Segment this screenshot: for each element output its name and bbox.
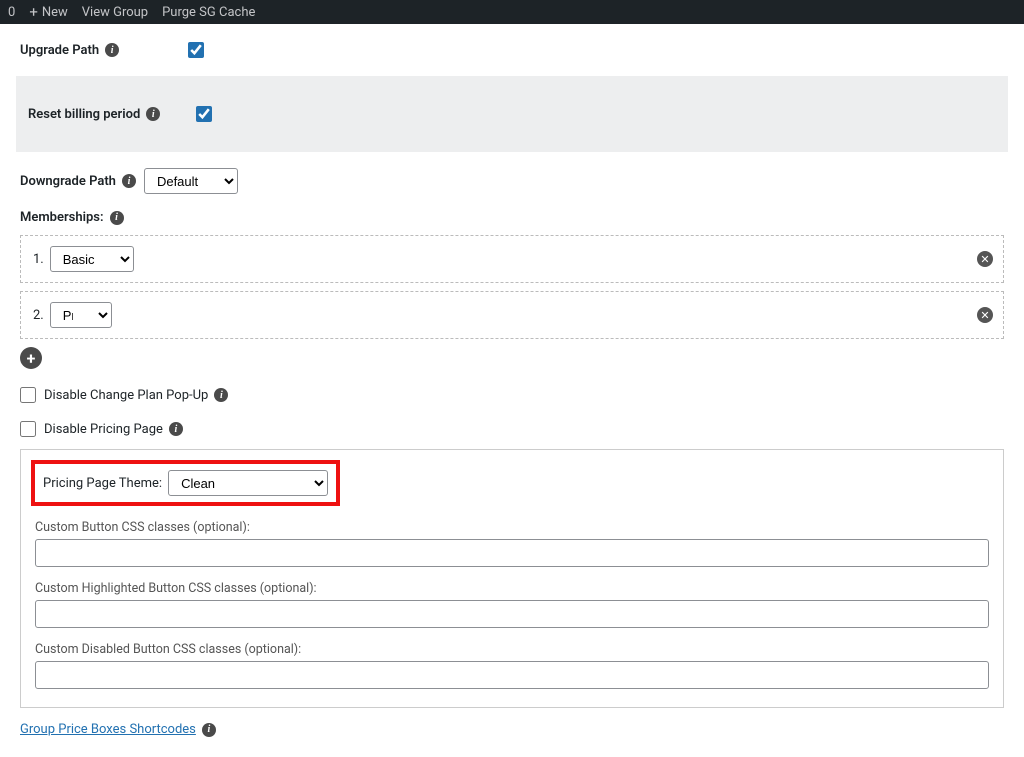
downgrade-path-label: Downgrade Path i: [20, 174, 136, 189]
upgrade-path-text: Upgrade Path: [20, 43, 99, 58]
downgrade-path-row: Downgrade Path i Default: [20, 152, 1004, 194]
main-content: Upgrade Path i Reset billing period i Do…: [0, 24, 1024, 757]
shortcodes-link[interactable]: Group Price Boxes Shortcodes: [20, 722, 196, 737]
admin-bar-purge[interactable]: Purge SG Cache: [162, 5, 255, 20]
custom-dis-btn-input[interactable]: [35, 661, 989, 689]
disable-popup-row: Disable Change Plan Pop-Up i: [20, 387, 1004, 403]
reset-billing-row: Reset billing period i: [16, 76, 1008, 152]
disable-pricing-label: Disable Pricing Page: [44, 422, 163, 437]
custom-btn-input[interactable]: [35, 539, 989, 567]
admin-bar-view-group[interactable]: View Group: [82, 5, 148, 20]
admin-bar-new-label: New: [42, 5, 68, 20]
custom-hl-btn-label: Custom Highlighted Button CSS classes (o…: [35, 581, 989, 596]
shortcodes-row: Group Price Boxes Shortcodes i: [20, 722, 1004, 737]
pricing-theme-label: Pricing Page Theme:: [43, 476, 162, 491]
add-membership-button[interactable]: +: [20, 347, 42, 369]
info-icon[interactable]: i: [105, 43, 119, 57]
pricing-theme-select[interactable]: Clean: [168, 470, 328, 496]
info-icon[interactable]: i: [110, 211, 124, 225]
upgrade-path-row: Upgrade Path i: [20, 24, 1004, 76]
membership-number: 1.: [33, 252, 44, 267]
pricing-box: Pricing Page Theme: Clean Custom Button …: [20, 449, 1004, 708]
membership-row: 2. Pro ✕: [20, 291, 1004, 339]
reset-billing-checkbox[interactable]: [196, 106, 212, 122]
remove-membership-icon[interactable]: ✕: [977, 251, 993, 267]
memberships-header: Memberships: i: [20, 210, 1004, 225]
pricing-theme-row: Pricing Page Theme: Clean: [31, 460, 340, 506]
upgrade-path-checkbox[interactable]: [188, 42, 204, 58]
info-icon[interactable]: i: [214, 388, 228, 402]
plus-icon: +: [29, 3, 38, 21]
disable-pricing-checkbox[interactable]: [20, 421, 36, 437]
downgrade-path-select[interactable]: Default: [144, 168, 238, 194]
memberships-label: Memberships:: [20, 210, 104, 225]
admin-bar-new[interactable]: + New: [29, 3, 67, 21]
membership-select-1[interactable]: Basic: [50, 246, 134, 272]
disable-popup-label: Disable Change Plan Pop-Up: [44, 388, 208, 403]
membership-number: 2.: [33, 308, 44, 323]
info-icon[interactable]: i: [122, 174, 136, 188]
info-icon[interactable]: i: [146, 107, 160, 121]
disable-popup-checkbox[interactable]: [20, 387, 36, 403]
info-icon[interactable]: i: [202, 723, 216, 737]
reset-billing-text: Reset billing period: [28, 107, 140, 122]
downgrade-path-text: Downgrade Path: [20, 174, 116, 189]
membership-select-2[interactable]: Pro: [50, 302, 112, 328]
remove-membership-icon[interactable]: ✕: [977, 307, 993, 323]
membership-row: 1. Basic ✕: [20, 235, 1004, 283]
reset-billing-label: Reset billing period i: [28, 107, 196, 122]
custom-hl-btn-input[interactable]: [35, 600, 989, 628]
disable-pricing-row: Disable Pricing Page i: [20, 421, 1004, 437]
custom-btn-label: Custom Button CSS classes (optional):: [35, 520, 989, 535]
info-icon[interactable]: i: [169, 422, 183, 436]
upgrade-path-label: Upgrade Path i: [20, 43, 188, 58]
admin-bar-count[interactable]: 0: [8, 5, 15, 20]
admin-bar: 0 + New View Group Purge SG Cache: [0, 0, 1024, 24]
